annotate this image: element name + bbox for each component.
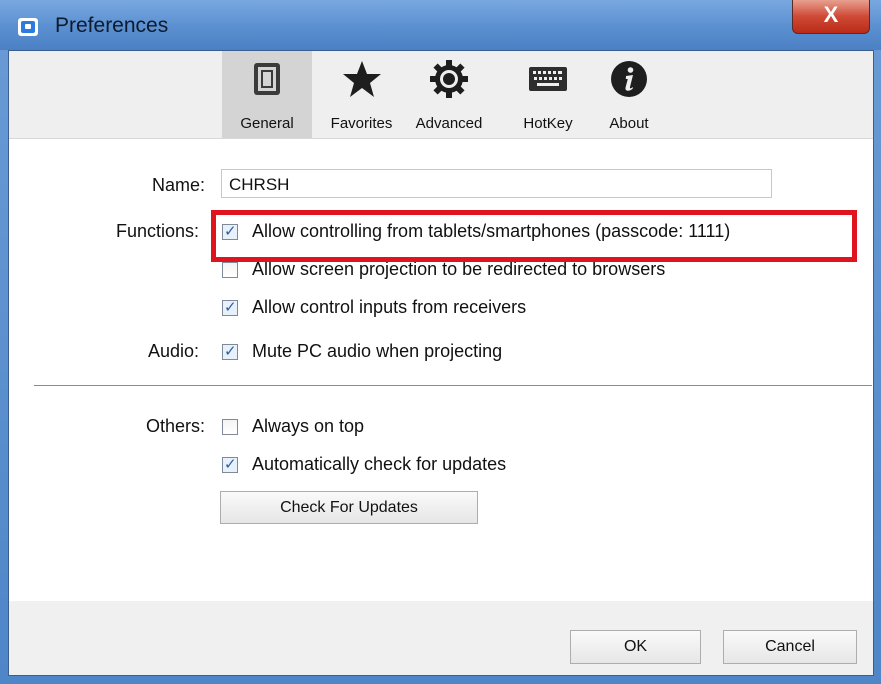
name-field[interactable]: CHRSH [221,169,772,198]
tab-general-label: General [240,115,294,132]
window-frame: Preferences X General Favorites Advanced… [0,0,881,684]
close-button[interactable]: X [792,0,870,34]
allow-receiver-inputs-checkbox[interactable] [222,298,238,316]
functions-label: Functions: [116,221,200,241]
audio-label: Audio: [148,341,200,361]
tab-about[interactable]: About [594,51,664,138]
dialog-body: General Favorites Advanced HotKey About … [8,50,874,676]
allow-browser-redirect-label: Allow screen projection to be redirected… [252,259,666,279]
mute-pc-audio-label: Mute PC audio when projecting [252,341,503,361]
info-icon [611,61,647,97]
tab-about-label: About [609,115,649,132]
auto-check-updates-label: Automatically check for updates [252,454,507,474]
star-icon [342,61,381,97]
general-icon [254,63,280,95]
allow-receiver-inputs-label: Allow control inputs from receivers [252,297,527,317]
title-bar[interactable]: Preferences X [0,0,881,50]
window-title: Preferences [55,14,169,37]
check-for-updates-button[interactable]: Check For Updates [220,491,478,524]
tab-advanced-label: Advanced [415,115,483,132]
always-on-top-label: Always on top [252,416,365,436]
dialog-footer: OK Cancel [9,601,873,675]
name-label: Name: [152,175,206,195]
tab-general[interactable]: General [222,51,312,138]
ok-button[interactable]: OK [570,630,701,664]
highlight-box [211,210,857,262]
tab-hotkey-label: HotKey [523,115,573,132]
others-label: Others: [146,416,206,436]
allow-browser-redirect-checkbox[interactable] [222,262,238,278]
section-divider [34,385,872,386]
cancel-button[interactable]: Cancel [723,630,857,664]
tab-hotkey[interactable]: HotKey [509,51,587,138]
tab-favorites[interactable]: Favorites [319,51,404,138]
keyboard-icon [529,67,567,91]
app-icon [18,18,38,36]
tab-advanced[interactable]: Advanced [404,51,494,138]
auto-check-updates-checkbox[interactable] [222,455,238,473]
tab-favorites-label: Favorites [330,115,393,132]
gear-icon [430,60,468,98]
toolbar: General Favorites Advanced HotKey About [9,51,873,139]
mute-pc-audio-checkbox[interactable] [222,342,238,360]
always-on-top-checkbox[interactable] [222,419,238,435]
